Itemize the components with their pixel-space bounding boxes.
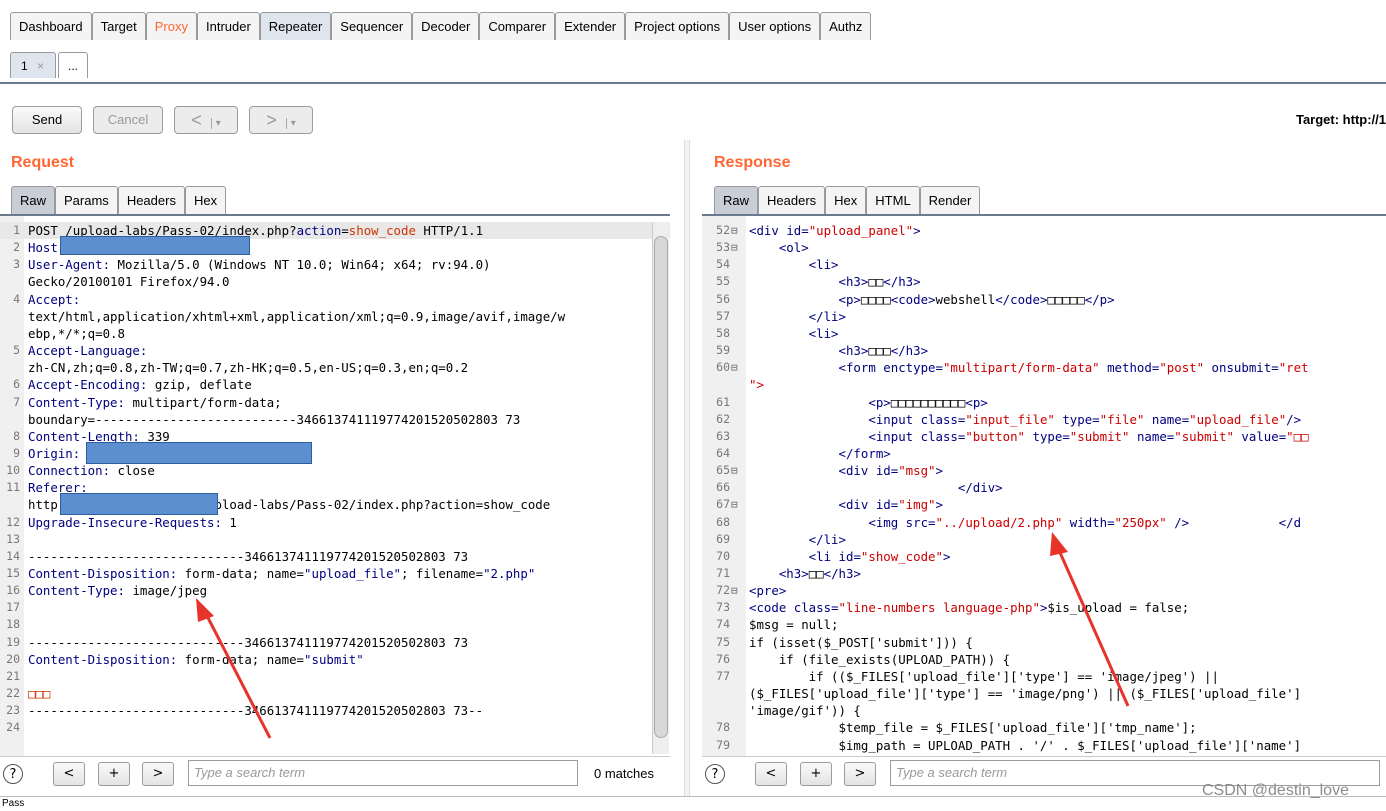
annotation-arrows: [196, 532, 1130, 739]
status-bar: [0, 796, 1386, 811]
watermark: CSDN @destin_love: [1202, 782, 1349, 799]
arrow-response: [1050, 532, 1130, 707]
arrow-request: [196, 598, 272, 739]
status-text: Pass: [2, 798, 25, 809]
